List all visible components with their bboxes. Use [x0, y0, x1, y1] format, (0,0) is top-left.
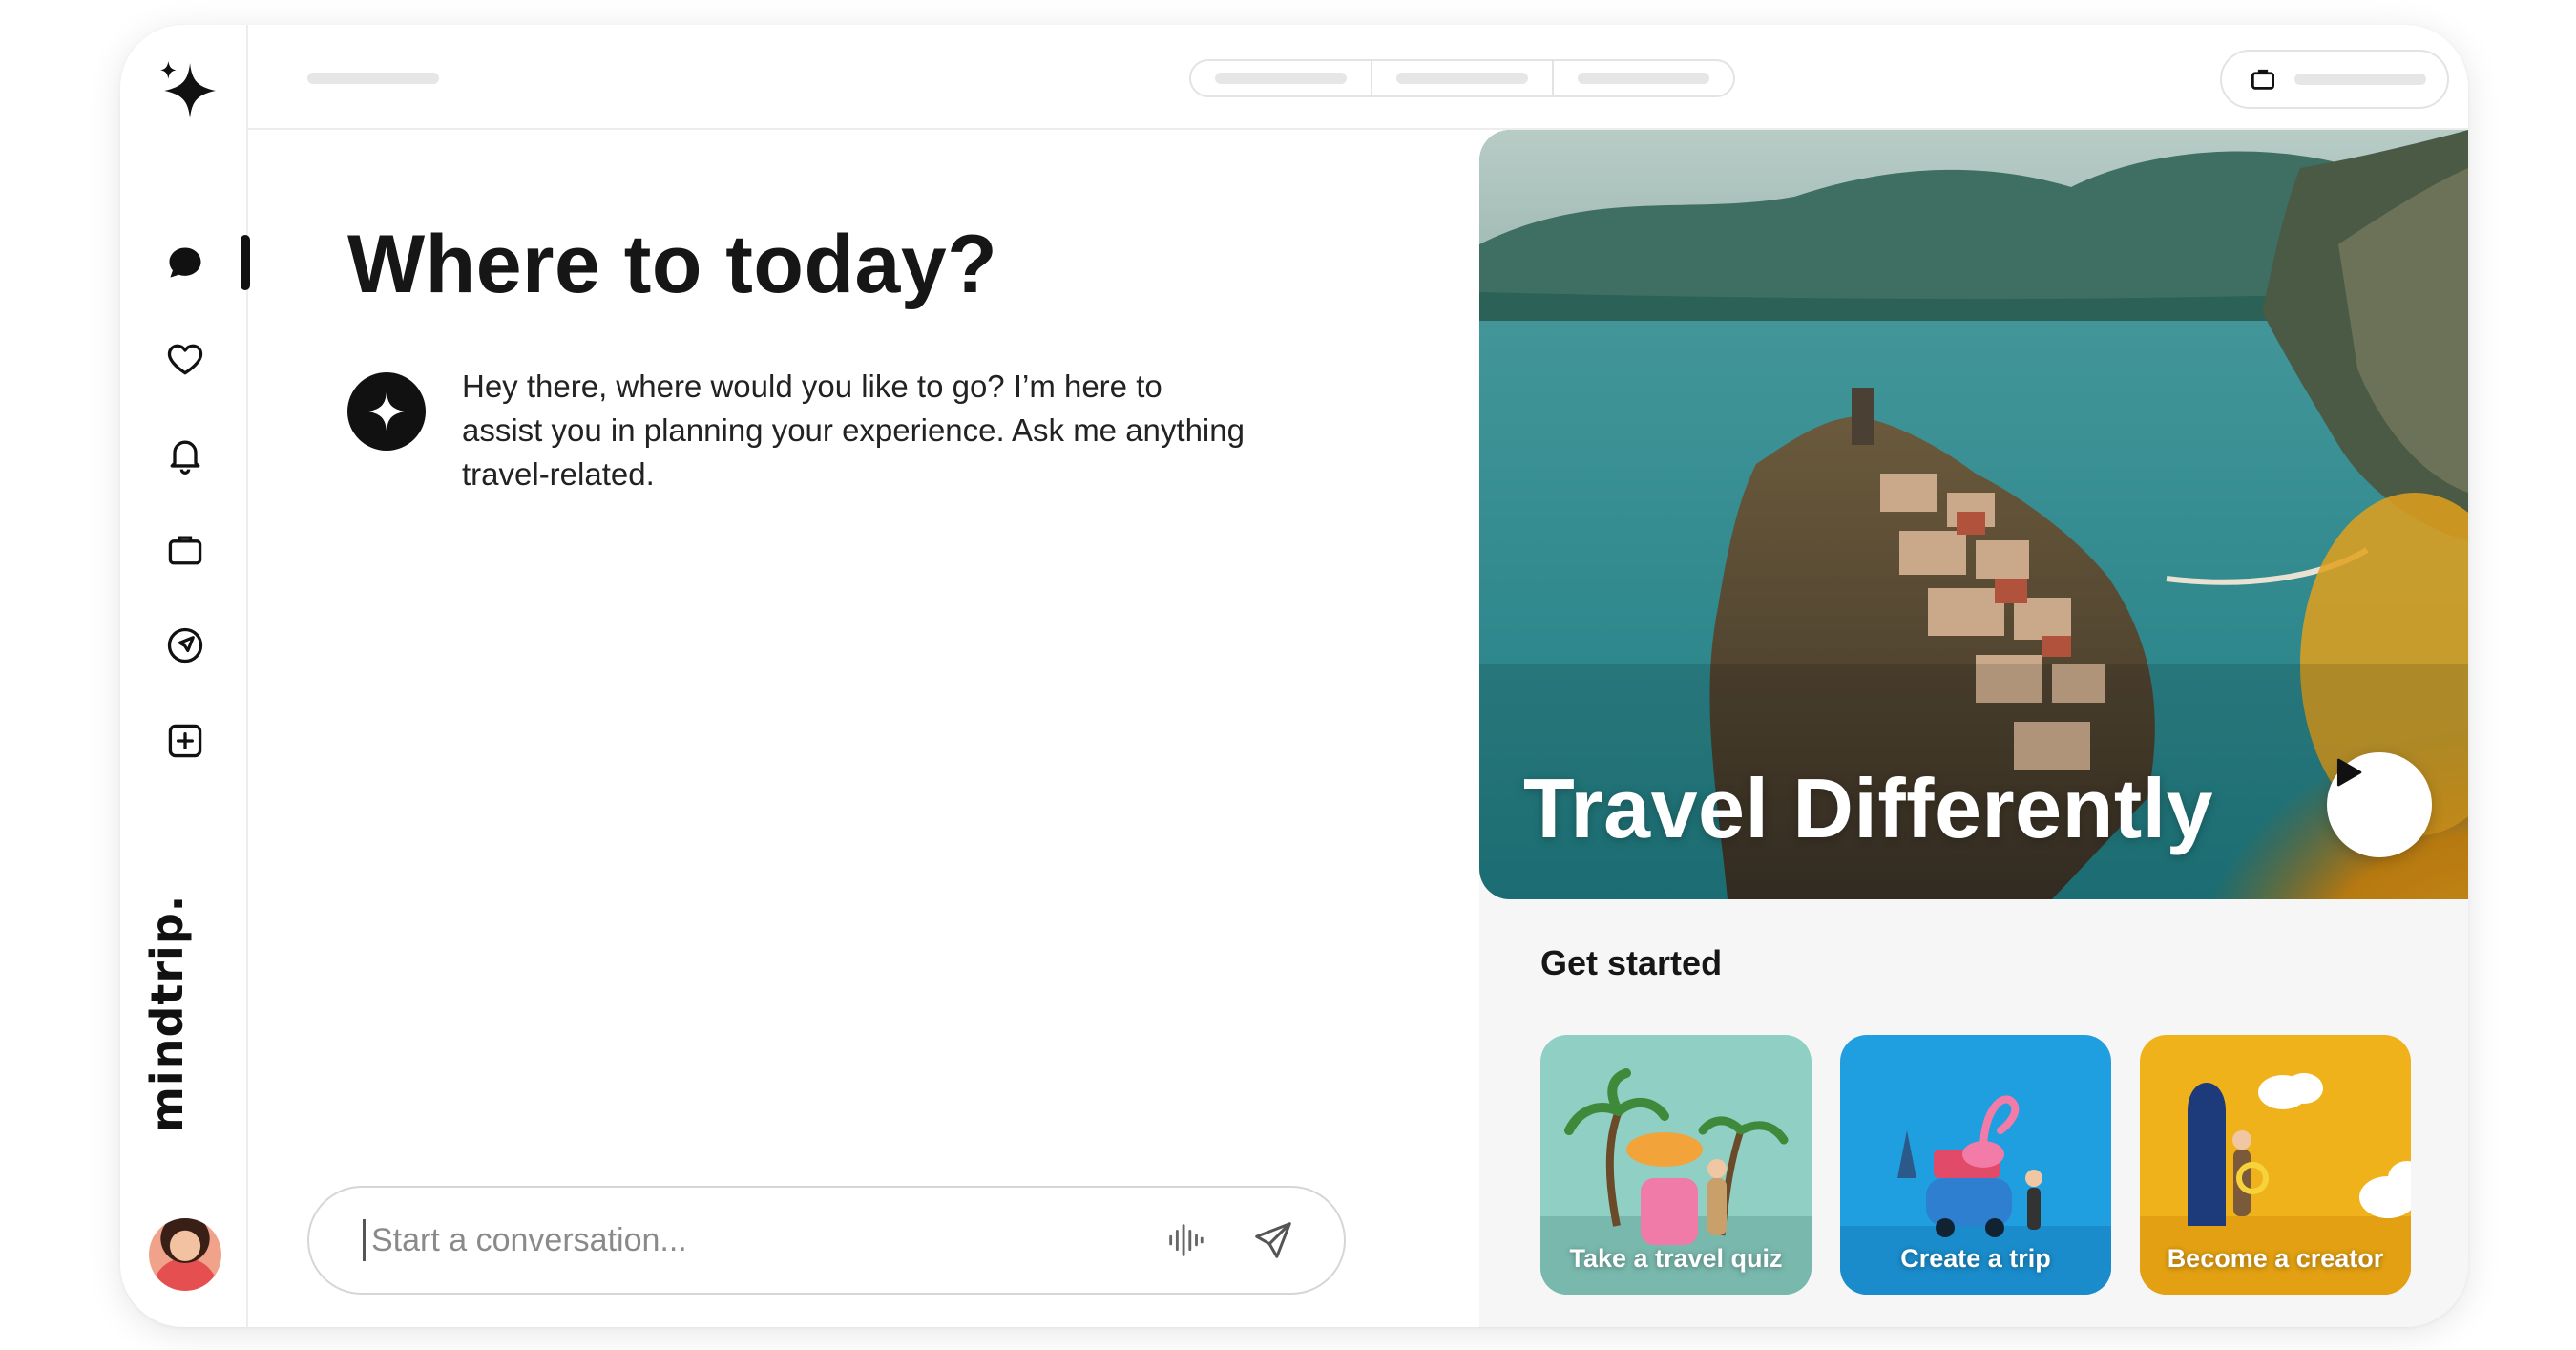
hero-title: Travel Differently [1523, 761, 2214, 855]
trips-button[interactable] [2220, 50, 2449, 109]
become-creator-card[interactable]: Become a creator [2140, 1035, 2411, 1295]
assistant-avatar [347, 372, 426, 451]
user-avatar[interactable] [149, 1218, 221, 1291]
sparkle-logo-icon[interactable] [157, 59, 220, 122]
plus-square-icon[interactable] [162, 718, 208, 764]
chat-panel: Where to today? Hey there, where would y… [248, 130, 1479, 1327]
brand-logo: mindtrip. [141, 895, 193, 1142]
voice-icon[interactable] [1161, 1215, 1210, 1265]
assistant-message: Hey there, where would you like to go? I… [462, 369, 1245, 492]
hero-video-card[interactable]: Travel Differently [1479, 130, 2468, 899]
get-started-title: Get started [1540, 943, 1723, 982]
navigation-icon[interactable] [162, 622, 208, 668]
segment-1[interactable] [1191, 61, 1372, 95]
card-label: Create a trip [1900, 1244, 2051, 1273]
play-button[interactable] [2327, 752, 2432, 857]
page-title: Where to today? [347, 219, 998, 310]
send-icon[interactable] [1248, 1215, 1298, 1265]
segment-2[interactable] [1372, 61, 1554, 95]
briefcase-icon[interactable] [162, 527, 208, 573]
bell-icon[interactable] [162, 432, 208, 477]
brand-wordmark: mindtrip. [141, 894, 193, 1132]
card-label: Become a creator [2167, 1244, 2384, 1273]
create-trip-card[interactable]: Create a trip [1840, 1035, 2111, 1295]
chat-icon[interactable] [162, 241, 208, 286]
title-placeholder [307, 73, 439, 84]
app-window: mindtrip. Where to today? Hey there, whe… [120, 25, 2468, 1327]
briefcase-icon [2251, 69, 2274, 90]
top-bar [248, 25, 2468, 130]
segment-3[interactable] [1554, 61, 1733, 95]
message-input[interactable] [363, 1219, 1122, 1261]
sparkle-icon [368, 391, 405, 432]
heart-icon[interactable] [162, 336, 208, 382]
play-icon [2336, 758, 2362, 787]
sidebar: mindtrip. [120, 25, 250, 1327]
travel-quiz-card[interactable]: Take a travel quiz [1540, 1035, 1812, 1295]
discover-panel: Travel Differently Get started Take a tr… [1479, 130, 2468, 1327]
segmented-control [1189, 59, 1735, 97]
message-composer [307, 1186, 1346, 1295]
card-label: Take a travel quiz [1569, 1244, 1783, 1273]
